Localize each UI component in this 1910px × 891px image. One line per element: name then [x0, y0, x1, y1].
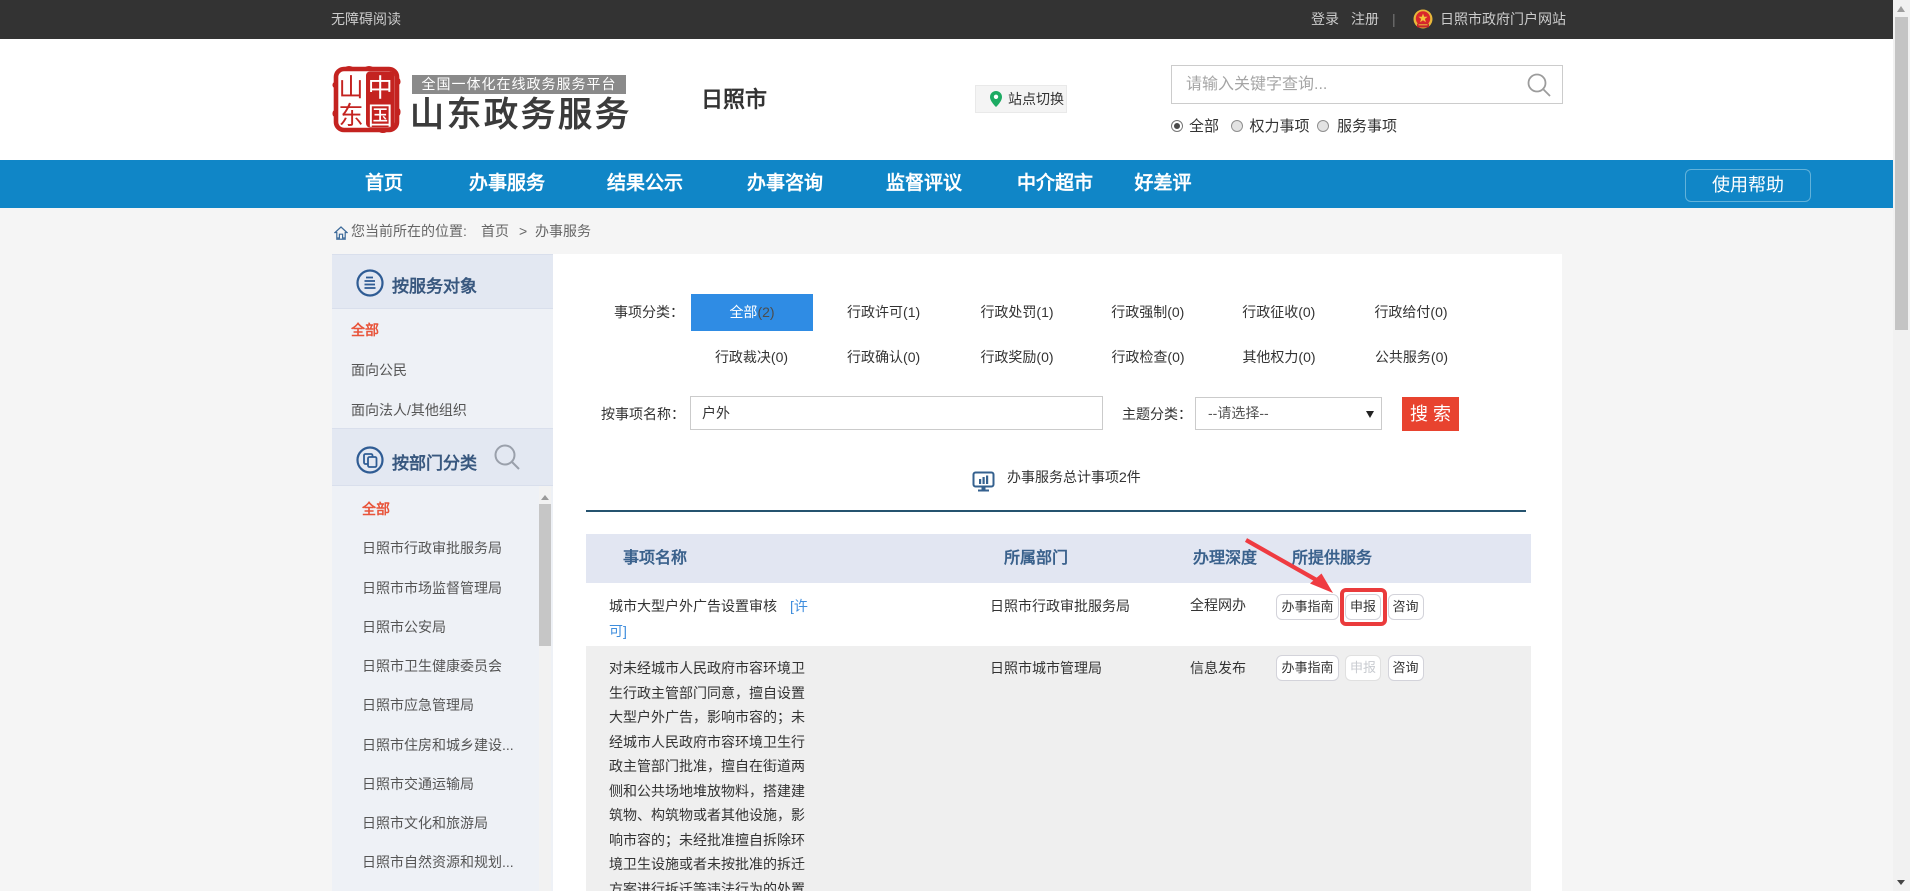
svg-text:山: 山 — [338, 74, 363, 102]
svg-text:中: 中 — [368, 75, 393, 103]
